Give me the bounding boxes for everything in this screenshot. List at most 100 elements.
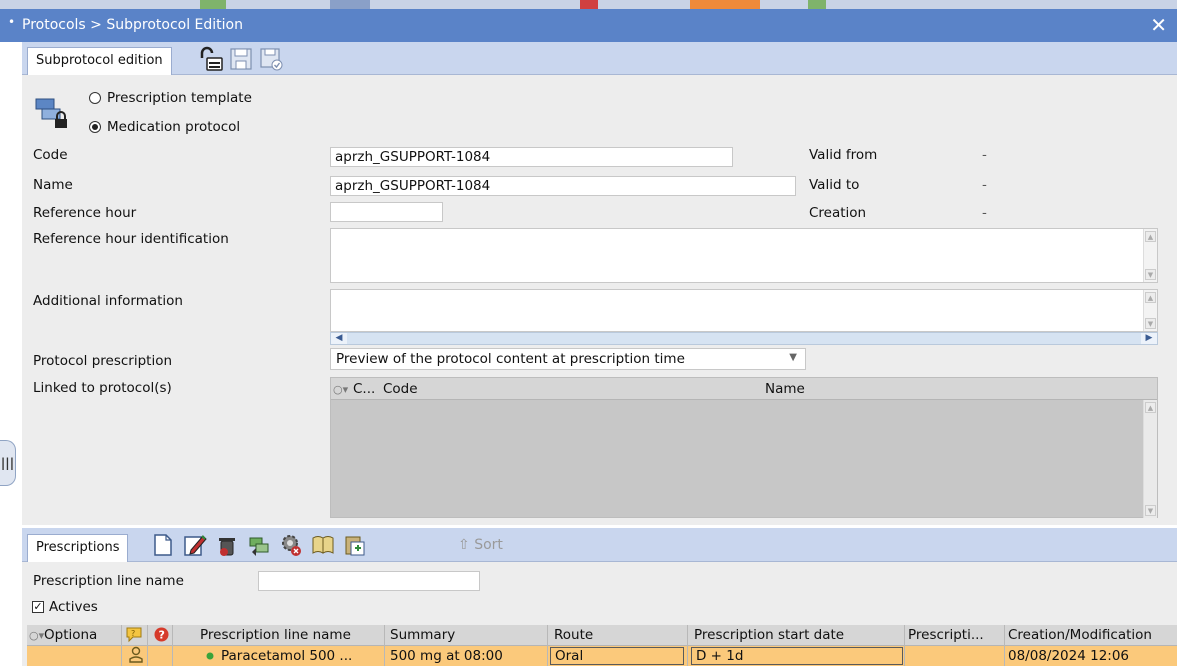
prescription-line-name-filter-input[interactable] [258,571,480,591]
radio-circle[interactable] [89,92,101,104]
protocol-prescription-value: Preview of the protocol content at presc… [336,351,685,367]
valid-to-label: Valid to [809,177,860,193]
radio-circle-selected[interactable] [89,121,101,133]
code-label: Code [33,147,68,163]
sort-label: Sort [474,537,503,553]
cell-route: Oral [555,648,584,664]
background-app-strip [0,0,1177,9]
cell-prescription-line-name: Paracetamol 500 ... [221,648,353,664]
column-menu-icon[interactable]: ○▾ [333,383,348,396]
radio-prescription-template[interactable]: Prescription template [89,90,252,106]
sort-button[interactable]: ⇧ Sort [458,537,503,553]
reference-hour-label: Reference hour [33,205,137,221]
help-bubble-icon: ? [125,626,143,647]
scroll-up-arrow-icon[interactable]: ▲ [1145,292,1156,303]
linked-column-c[interactable]: C... [353,381,375,397]
scroll-up-arrow-icon[interactable]: ▲ [1145,402,1156,413]
scrollbar[interactable]: ▲ ▼ [1143,290,1157,331]
actives-checkbox[interactable]: ✓ Actives [32,599,98,615]
creation-label: Creation [809,205,867,221]
column-divider [687,625,688,666]
svg-text:?: ? [131,629,135,638]
scroll-down-arrow-icon[interactable]: ▼ [1145,269,1156,280]
linked-grid-header: ○▾ C... Code Name [331,378,1157,400]
horizontal-scrollbar[interactable]: ◀ ▶ [330,332,1158,345]
column-prescription-line-name[interactable]: Prescription line name [200,627,351,643]
copy-icon[interactable] [246,532,272,558]
name-label: Name [33,177,73,193]
reference-hour-input[interactable] [330,202,443,222]
linked-column-code[interactable]: Code [383,381,418,397]
warning-icon: ? [153,626,170,647]
tab-subprotocol-edition[interactable]: Subprotocol edition [27,47,172,75]
book-icon[interactable] [310,532,336,558]
scroll-down-arrow-icon[interactable]: ▼ [1145,505,1156,516]
linked-column-name[interactable]: Name [765,381,805,397]
additional-information-textarea[interactable]: ▲ ▼ [330,289,1158,332]
cell-creation-modification: 08/08/2024 12:06 [1008,648,1130,664]
column-summary[interactable]: Summary [390,627,455,643]
cell-route-box[interactable]: Oral [550,647,684,665]
unlock-icon[interactable] [198,46,224,72]
prescription-line-name-filter-label: Prescription line name [33,573,184,589]
cell-start-date: D + 1d [696,648,744,664]
tab-prescriptions[interactable]: Prescriptions [27,534,129,562]
edit-icon[interactable] [182,532,208,558]
protocol-prescription-label: Protocol prescription [33,353,173,369]
column-divider [1004,625,1005,666]
paste-icon[interactable] [342,532,368,558]
save-validate-icon[interactable] [258,46,284,72]
column-divider [147,625,148,666]
column-prescriptive[interactable]: Prescripti... [908,627,984,643]
arrow-up-icon: ⇧ [458,537,470,553]
subprotocol-form: Prescription template Medication protoco… [22,75,1177,525]
code-input[interactable]: aprzh_GSUPPORT-1084 [330,147,733,167]
subprotocol-toolbar: Subprotocol edition [22,42,1177,75]
protocol-type-icon [35,98,67,128]
status-dot-icon [205,647,215,667]
scroll-up-arrow-icon[interactable]: ▲ [1145,231,1156,242]
cell-summary: 500 mg at 08:00 [390,648,503,664]
close-button[interactable]: ✕ [1150,13,1167,37]
save-icon[interactable] [228,46,254,72]
column-prescription-start-date[interactable]: Prescription start date [694,627,844,643]
side-panel-handle[interactable]: ||| [0,440,16,486]
valid-to-value: - [982,177,987,193]
prescriptions-table: ○▾ Optiona ? ? Prescription line name Su… [27,625,1177,666]
creation-value: - [982,205,987,221]
prescriptions-toolbar: Prescriptions ⇧ Sort [22,528,1177,562]
name-input[interactable]: aprzh_GSUPPORT-1084 [330,176,796,196]
delete-icon[interactable] [214,532,240,558]
reference-hour-identification-textarea[interactable]: ▲ ▼ [330,228,1158,283]
column-creation-modification[interactable]: Creation/Modification [1008,627,1152,643]
valid-from-value: - [982,147,987,163]
scrollbar[interactable]: ▲ ▼ [1143,400,1157,518]
reference-hour-identification-label: Reference hour identification [33,231,229,247]
column-menu-icon[interactable]: ○▾ [29,629,44,642]
linked-protocols-label: Linked to protocol(s) [33,380,172,396]
radio-label: Prescription template [107,90,252,106]
column-divider [904,625,905,666]
radio-medication-protocol[interactable]: Medication protocol [89,119,240,135]
actives-label: Actives [49,599,98,615]
scrollbar[interactable]: ▲ ▼ [1143,229,1157,282]
additional-information-label: Additional information [33,293,183,309]
checkbox-checked-icon[interactable]: ✓ [32,601,44,613]
protocol-prescription-select[interactable]: Preview of the protocol content at presc… [330,348,806,370]
scroll-right-arrow-icon[interactable]: ▶ [1141,333,1157,344]
column-divider [547,625,548,666]
scroll-left-arrow-icon[interactable]: ◀ [331,333,347,344]
valid-from-label: Valid from [809,147,878,163]
bullet-icon: • [8,15,16,29]
column-optional[interactable]: Optiona [44,627,97,643]
settings-remove-icon[interactable] [278,532,304,558]
column-route[interactable]: Route [554,627,593,643]
linked-protocols-grid: ○▾ C... Code Name ▲ ▼ [330,377,1158,518]
cell-start-date-box[interactable]: D + 1d [691,647,903,665]
window-title: Protocols > Subprotocol Edition [22,17,243,33]
chevron-down-icon[interactable]: ▼ [789,352,797,363]
new-document-icon[interactable] [150,532,176,558]
window-title-bar: • Protocols > Subprotocol Edition ✕ [0,9,1177,42]
radio-label: Medication protocol [107,119,241,135]
scroll-down-arrow-icon[interactable]: ▼ [1145,318,1156,329]
